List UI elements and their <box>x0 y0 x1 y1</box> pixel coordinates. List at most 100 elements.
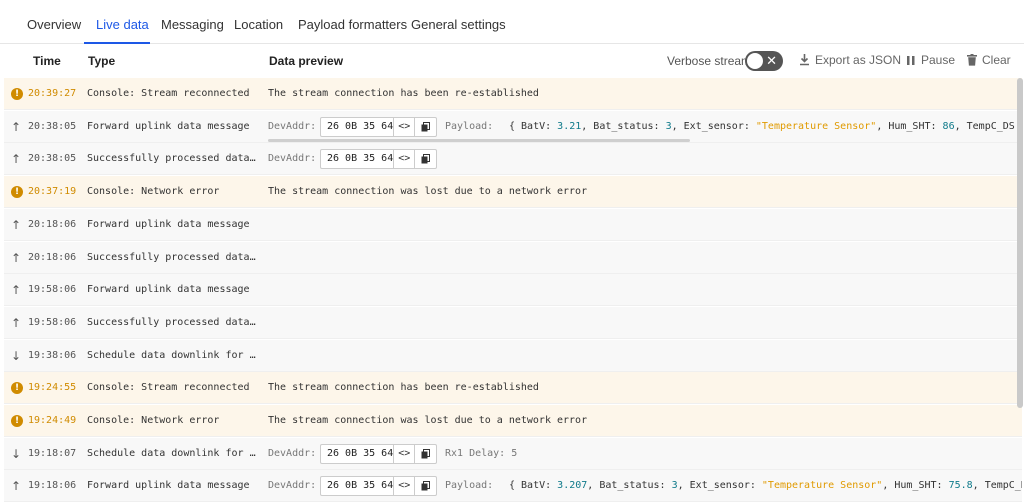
event-time: 19:24:55 <box>28 382 77 394</box>
copy-icon[interactable] <box>415 150 436 168</box>
devaddr-label: DevAddr: <box>268 120 317 132</box>
event-message: The stream connection was lost due to a … <box>268 415 588 426</box>
payload-segment: , Hum_SHT: <box>882 480 949 492</box>
toggle-knob <box>747 53 763 69</box>
event-type: Schedule data downlink for transmission <box>87 349 259 361</box>
tab-messaging[interactable]: Messaging <box>161 0 224 44</box>
event-message: The stream connection has been re-establ… <box>268 382 539 394</box>
event-time: 20:38:05 <box>28 120 77 132</box>
arrow-down-icon: ↓ <box>11 446 22 461</box>
warning-icon: ! <box>11 405 24 437</box>
event-type: Forward uplink data message <box>87 284 250 296</box>
code-toggle-icon[interactable]: <> <box>394 444 416 463</box>
tab-overview[interactable]: Overview <box>27 0 81 44</box>
payload-segment: "Temperature Sensor" <box>761 480 883 492</box>
devaddr-value: 26 0B 35 64 <box>321 150 395 169</box>
pause-label: Pause <box>921 53 956 67</box>
event-row[interactable]: ↑ 19:58:06 Forward uplink data message <box>4 274 1022 307</box>
download-icon <box>800 54 809 66</box>
tab-location[interactable]: Location <box>234 0 283 44</box>
vertical-scrollbar[interactable] <box>1017 78 1023 408</box>
devaddr-field: 26 0B 35 64 <> <box>320 476 437 497</box>
event-time: 19:24:49 <box>28 415 77 426</box>
event-row[interactable]: ↑ 19:18:06 Forward uplink data message DevA… <box>4 470 1022 503</box>
tab-payload-formatters[interactable]: Payload formatters <box>298 0 407 44</box>
export-json-button[interactable]: Export as JSON <box>799 53 901 67</box>
event-row[interactable]: ! 19:24:55 Console: Stream reconnected The … <box>4 372 1022 405</box>
event-message: The stream connection was lost due to a … <box>268 186 588 198</box>
warning-icon: ! <box>11 372 24 404</box>
payload-segment: , Ext_sensor: <box>671 120 756 132</box>
payload-segment: , Bat_status: <box>581 120 666 132</box>
devaddr-value: 26 0B 35 64 <box>321 444 395 463</box>
event-type: Console: Network error <box>87 415 220 426</box>
arrow-down-icon: ↓ <box>11 348 22 363</box>
event-row[interactable]: ↑ 20:38:05 Successfully processed data mes… <box>4 143 1022 176</box>
event-time: 19:58:06 <box>28 316 77 328</box>
devaddr-field: 26 0B 35 64 <> <box>320 116 437 137</box>
verbose-stream-label: Verbose stream <box>667 54 752 68</box>
copy-icon[interactable] <box>415 445 436 463</box>
arrow-up-icon: ↑ <box>11 250 22 265</box>
code-toggle-icon[interactable]: <> <box>394 477 416 496</box>
payload-label: Payload: <box>445 480 494 492</box>
warning-icon: ! <box>11 78 24 110</box>
event-type: Forward uplink data message <box>87 480 250 492</box>
payload-segment: { BatV: <box>509 480 558 492</box>
event-row[interactable]: ↑ 20:18:06 Forward uplink data message <box>4 208 1022 241</box>
event-time: 19:58:06 <box>28 284 77 296</box>
column-header-time: Time <box>33 54 61 68</box>
tab-general-settings[interactable]: General settings <box>411 0 506 44</box>
tab-live-data[interactable]: Live data <box>84 0 150 44</box>
event-list: ! 20:39:27 Console: Stream reconnected The … <box>4 78 1022 503</box>
event-type: Console: Network error <box>87 186 220 198</box>
event-row[interactable]: ! 19:24:49 Console: Network error The strea… <box>4 405 1022 437</box>
event-type: Successfully processed data message <box>87 251 259 263</box>
code-toggle-icon[interactable]: <> <box>394 150 416 169</box>
arrow-up-icon: ↑ <box>11 283 22 298</box>
payload-segment: , Ext_sensor: <box>677 480 762 492</box>
code-toggle-icon[interactable]: <> <box>394 117 416 136</box>
trash-icon <box>967 54 977 66</box>
arrow-up-icon: ↑ <box>11 152 22 167</box>
payload-segment: , Bat_status: <box>587 480 672 492</box>
devaddr-label: DevAddr: <box>268 480 317 492</box>
event-type: Console: Stream reconnected <box>87 382 250 394</box>
event-row[interactable]: ! 20:37:19 Console: Network error The strea… <box>4 176 1022 209</box>
payload-segment: "Temperature Sensor" <box>755 120 877 132</box>
event-row[interactable]: ↑ 20:38:05 Forward uplink data message DevA… <box>4 110 1022 143</box>
clear-button[interactable]: Clear <box>967 53 1011 67</box>
arrow-up-icon: ↑ <box>11 119 22 134</box>
horizontal-scrollbar[interactable] <box>268 138 690 142</box>
event-time: 20:39:27 <box>28 88 77 99</box>
event-row[interactable]: ↓ 19:18:07 Schedule data downlink for tran… <box>4 437 1022 470</box>
warning-icon: ! <box>11 176 24 208</box>
payload-value: { BatV: 3.21, Bat_status: 3, Ext_sensor:… <box>509 111 1022 143</box>
arrow-up-icon: ↑ <box>11 315 22 330</box>
copy-icon[interactable] <box>415 477 436 495</box>
payload-segment: , TempC_DS: <box>954 120 1022 132</box>
export-json-label: Export as JSON <box>815 53 902 67</box>
event-type: Schedule data downlink for transmission <box>87 447 259 459</box>
devaddr-field: 26 0B 35 64 <> <box>320 149 437 170</box>
devaddr-value: 26 0B 35 64 <box>321 477 395 496</box>
event-row[interactable]: ↓ 19:38:06 Schedule data downlink for tran… <box>4 339 1022 372</box>
event-time: 20:37:19 <box>28 186 77 198</box>
copy-icon[interactable] <box>415 118 436 136</box>
pause-button[interactable]: Pause <box>906 53 955 67</box>
event-message: The stream connection has been re-establ… <box>268 88 539 99</box>
event-time: 19:38:06 <box>28 349 77 361</box>
devaddr-field: 26 0B 35 64 <> <box>320 443 437 464</box>
clear-label: Clear <box>982 53 1011 67</box>
event-row[interactable]: ↑ 20:18:06 Successfully processed data mes… <box>4 241 1022 274</box>
event-time: 20:18:06 <box>28 218 77 230</box>
rx1-delay-label: Rx1 Delay: 5 <box>445 447 518 459</box>
event-type: Successfully processed data message <box>87 153 259 165</box>
close-icon: ✕ <box>766 53 777 68</box>
payload-segment: , Hum_SHT: <box>876 120 943 132</box>
event-row[interactable]: ! 20:39:27 Console: Stream reconnected The … <box>4 78 1022 110</box>
tab-bar: Overview Live data Messaging Location Pa… <box>0 0 1024 44</box>
arrow-up-icon: ↑ <box>11 479 22 494</box>
verbose-stream-toggle[interactable]: ✕ <box>745 51 783 71</box>
event-row[interactable]: ↑ 19:58:06 Successfully processed data mes… <box>4 306 1022 339</box>
